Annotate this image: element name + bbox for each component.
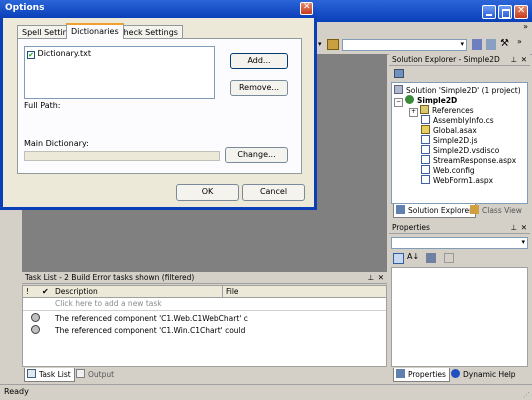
close-icon[interactable]: ✕	[378, 272, 384, 284]
alphabetical-icon[interactable]: A↓	[407, 252, 419, 261]
tab-task-list[interactable]: Task List	[24, 368, 75, 382]
minimize-button[interactable]	[482, 5, 496, 19]
build-icon[interactable]	[472, 39, 482, 50]
close-icon[interactable]: ✕	[521, 222, 527, 234]
resize-grip-icon[interactable]: ⋰	[523, 391, 530, 399]
close-icon: ✕	[303, 2, 311, 12]
main-dictionary-label: Main Dictionary:	[24, 139, 89, 148]
add-task-divider	[23, 310, 386, 311]
close-window-button[interactable]: ✕	[514, 5, 528, 19]
solution-explorer-title: Solution Explorer - Simple2D	[392, 55, 500, 64]
task-table: ! ✔ Description File Click here to add a…	[22, 285, 387, 367]
tab-dynamic-help[interactable]: Dynamic Help	[449, 368, 519, 382]
cancel-button[interactable]: Cancel	[242, 184, 305, 201]
ok-button[interactable]: OK	[176, 184, 239, 201]
dialog-close-button[interactable]: ✕	[300, 2, 313, 15]
tools-icon[interactable]: ⚒	[500, 38, 509, 49]
options-dialog: Options ✕ Spell Settings Dictionaries Ch…	[0, 0, 317, 210]
column-check-icon[interactable]: ✔	[42, 286, 49, 297]
properties-window-icon[interactable]	[486, 39, 496, 50]
solution-icon	[394, 85, 403, 94]
properties-title: Properties	[392, 223, 430, 232]
aspx-file-icon	[421, 155, 430, 164]
solution-tree: Solution 'Simple2D' (1 project) − Simple2…	[391, 82, 528, 204]
table-row[interactable]: The referenced component 'C1.Web.C1WebCh…	[55, 314, 253, 324]
build-error-icon	[31, 313, 40, 322]
column-description[interactable]: Description	[55, 286, 98, 297]
dictionary-checkbox[interactable]: ✔	[27, 51, 35, 59]
tab-properties[interactable]: Properties	[393, 368, 450, 382]
tab-strip: Spell Settings Dictionaries Check Settin…	[13, 23, 303, 39]
chevron-down-icon: ▾	[521, 238, 525, 246]
remove-button[interactable]: Remove...	[230, 80, 288, 96]
class-view-icon	[470, 205, 479, 214]
tab-solution-explorer[interactable]: Solution Explorer	[393, 204, 477, 218]
tab-dictionaries[interactable]: Dictionaries	[66, 23, 124, 39]
pin-icon[interactable]: ⊥	[510, 222, 517, 234]
column-priority[interactable]: !	[26, 286, 29, 297]
cs-file-icon	[421, 115, 430, 124]
find-combo[interactable]: ▾	[342, 39, 467, 51]
change-button[interactable]: Change...	[225, 147, 288, 163]
task-table-header: ! ✔ Description File	[23, 286, 386, 298]
status-bar: Ready ⋰	[0, 384, 532, 400]
web-project-icon	[405, 95, 414, 104]
build-error-icon	[31, 325, 40, 334]
pin-icon[interactable]: ⊥	[367, 272, 374, 284]
task-list-icon	[27, 369, 36, 378]
maximize-button[interactable]	[498, 5, 512, 19]
expand-icon[interactable]: +	[409, 108, 418, 117]
task-list-header: Task List - 2 Build Error tasks shown (f…	[22, 272, 387, 284]
properties-grid	[391, 267, 528, 367]
properties-view-icon[interactable]	[426, 253, 436, 263]
collapse-icon[interactable]: −	[394, 98, 403, 107]
tree-item-file[interactable]: WebForm1.aspx	[421, 175, 493, 186]
toolbar-overflow-icon[interactable]: »	[517, 37, 522, 46]
properties-object-combo[interactable]: ▾	[391, 237, 528, 249]
properties-header: Properties ⊥ ✕	[389, 222, 530, 234]
find-icon[interactable]	[327, 39, 339, 50]
add-task-row[interactable]: Click here to add a new task	[55, 299, 162, 309]
properties-tab-icon	[396, 369, 405, 378]
solution-explorer-panel: Solution Explorer - Simple2D ⊥ ✕ Solutio…	[389, 54, 530, 219]
solution-explorer-icon	[396, 205, 405, 214]
task-list-title: Task List - 2 Build Error tasks shown (f…	[25, 273, 195, 282]
status-text: Ready	[4, 387, 29, 396]
property-pages-icon[interactable]	[444, 253, 454, 263]
main-dictionary-field	[24, 151, 220, 161]
categorized-icon[interactable]	[393, 253, 404, 264]
full-path-label: Full Path:	[24, 101, 61, 110]
help-icon	[451, 369, 460, 378]
dictionary-list[interactable]: ✔ Dictionary.txt	[24, 46, 215, 99]
references-icon	[420, 105, 429, 114]
close-icon[interactable]: ✕	[521, 54, 527, 66]
add-button[interactable]: Add...	[230, 53, 288, 69]
tab-class-view[interactable]: Class View	[468, 204, 525, 218]
config-file-icon	[421, 165, 430, 174]
task-list-panel: Task List - 2 Build Error tasks shown (f…	[22, 272, 387, 384]
properties-toolbar-icon[interactable]	[394, 69, 404, 78]
list-item[interactable]: ✔ Dictionary.txt	[27, 49, 91, 59]
dialog-title-bar[interactable]: Options ✕	[0, 0, 317, 18]
menu-overflow-icon[interactable]: »	[523, 22, 528, 31]
tab-output[interactable]: Output	[74, 368, 117, 382]
properties-panel: Properties ⊥ ✕ ▾ A↓ Properties Dynamic H…	[389, 222, 530, 384]
asax-file-icon	[421, 125, 430, 134]
column-file[interactable]: File	[222, 286, 239, 297]
chevron-down-icon: ▾	[460, 40, 464, 48]
aspx-file-icon	[421, 175, 430, 184]
output-icon	[76, 369, 85, 378]
js-file-icon	[421, 135, 430, 144]
dictionaries-page: ✔ Dictionary.txt Add... Remove... Full P…	[17, 38, 302, 174]
toolbar-arrow-icon[interactable]: ▾	[318, 40, 322, 48]
dialog-title: Options	[5, 3, 45, 13]
pin-icon[interactable]: ⊥	[510, 54, 517, 66]
vsdisco-file-icon	[421, 145, 430, 154]
solution-explorer-header: Solution Explorer - Simple2D ⊥ ✕	[389, 54, 530, 66]
close-icon: ✕	[517, 5, 526, 16]
table-row[interactable]: The referenced component 'C1.Win.C1Chart…	[55, 326, 253, 336]
dialog-body: Spell Settings Dictionaries Check Settin…	[3, 18, 314, 207]
